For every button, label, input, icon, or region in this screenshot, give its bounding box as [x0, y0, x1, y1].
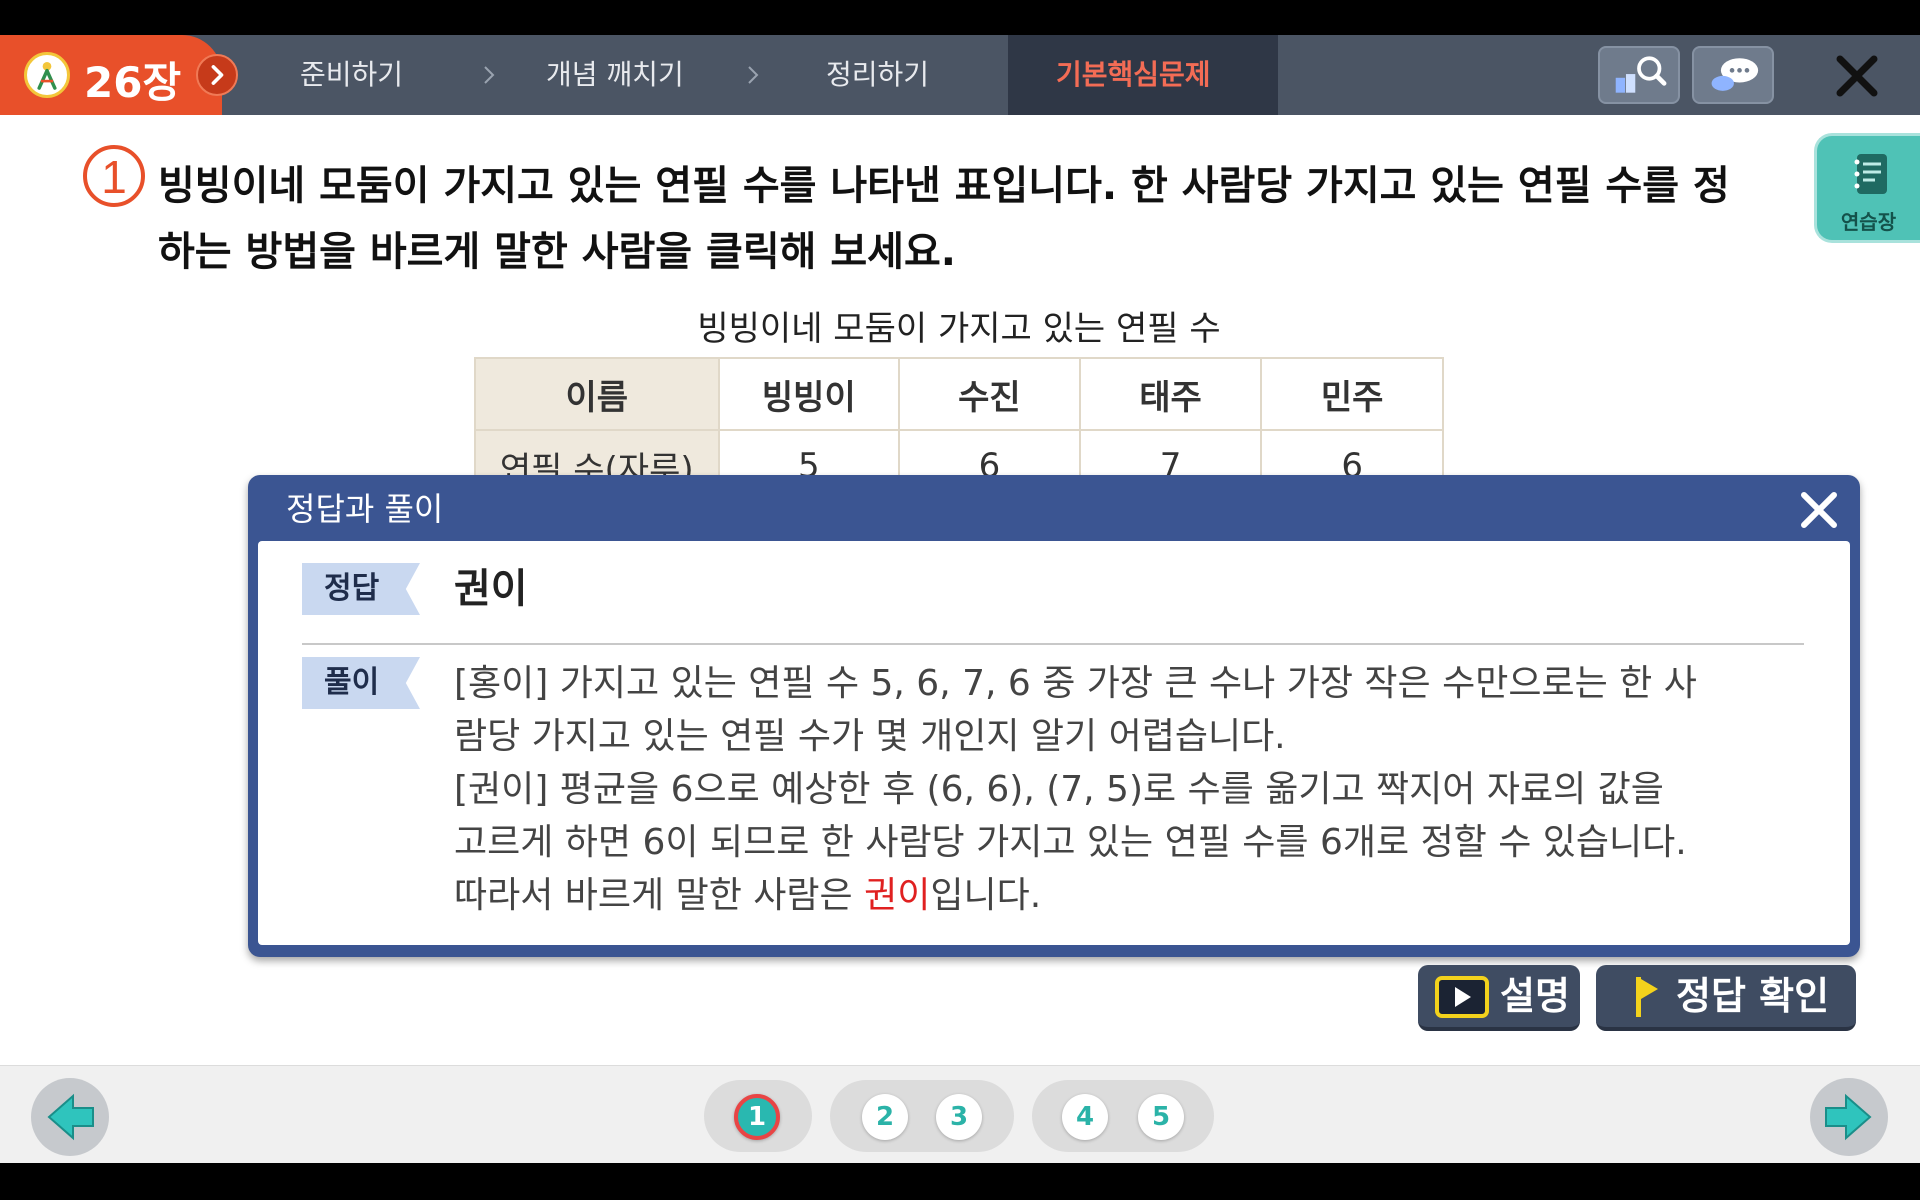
arrow-right-icon — [1825, 1093, 1872, 1141]
close-icon[interactable] — [1832, 51, 1882, 101]
table-header-row: 이름 빙빙이 수진 태주 민주 — [474, 357, 1444, 431]
table-header-cell: 빙빙이 — [717, 357, 901, 431]
play-icon — [1435, 976, 1489, 1018]
explain-button-label: 설명 — [1500, 974, 1570, 1018]
table-header-cell: 민주 — [1260, 357, 1444, 431]
table-title: 빙빙이네 모둠이 가지고 있는 연필 수 — [697, 309, 1221, 349]
divider — [302, 643, 1804, 645]
search-book-button[interactable] — [1598, 46, 1680, 104]
page-button-2[interactable]: 2 — [862, 1094, 908, 1140]
explanation-text: [홍이] 가지고 있는 연필 수 5, 6, 7, 6 중 가장 큰 수나 가장… — [454, 657, 1814, 922]
previous-button[interactable] — [31, 1078, 109, 1156]
explain-video-button[interactable]: 설명 — [1418, 965, 1580, 1031]
popup-body: 정답 권이 풀이 [홍이] 가지고 있는 연필 수 5, 6, 7, 6 중 가… — [258, 541, 1850, 945]
nav-step-summary[interactable]: 정리하기 — [826, 35, 929, 115]
explanation-line: [권이] 평균을 6으로 예상한 후 (6, 6), (7, 5)로 수를 옮기… — [454, 769, 1664, 810]
page-button-5[interactable]: 5 — [1138, 1094, 1184, 1140]
explanation-line: 고르게 하면 6이 되므로 한 사람당 가지고 있는 연필 수를 6개로 정할 … — [454, 822, 1687, 863]
nav-step-prepare[interactable]: 준비하기 — [300, 35, 403, 115]
explanation-suffix: 입니다. — [930, 875, 1042, 916]
close-icon[interactable] — [1796, 487, 1842, 533]
popup-title: 정답과 풀이 — [286, 490, 444, 528]
highlighted-answer: 권이 — [864, 875, 931, 916]
answer-explanation-popup: 정답과 풀이 정답 권이 풀이 [홍이] 가지고 있는 연필 수 5, 6, 7… — [248, 475, 1860, 957]
table-header-cell: 수진 — [898, 357, 1081, 431]
chat-bubble-icon — [1711, 58, 1759, 91]
check-answer-button[interactable]: 정답 확인 — [1596, 965, 1856, 1031]
nav-step-concept[interactable]: 개념 깨치기 — [546, 35, 684, 115]
explanation-prefix: 따라서 바르게 말한 사람은 — [454, 875, 865, 916]
nav-step-core-problems[interactable]: 기본핵심문제 — [1056, 35, 1211, 115]
question-text: 빙빙이네 모둠이 가지고 있는 연필 수를 나타낸 표입니다. 한 사람당 가지… — [158, 163, 1730, 275]
system-nav-bar — [0, 1163, 1920, 1200]
top-navigation: 26장 준비하기 개념 깨치기 정리하기 기본핵심문제 — [0, 35, 1920, 115]
page-button-3[interactable]: 3 — [936, 1094, 982, 1140]
arrow-left-icon — [47, 1093, 94, 1141]
page-group-1: 1 — [704, 1080, 812, 1152]
notebook-icon — [1854, 154, 1887, 194]
question-number-icon: 1 — [83, 145, 145, 207]
page-group-2: 2 3 — [830, 1080, 1014, 1152]
svg-text:1: 1 — [101, 151, 127, 203]
explanation-line: 따라서 바르게 말한 사람은 권이입니다. — [454, 869, 1814, 922]
explanation-line: [홍이] 가지고 있는 연필 수 5, 6, 7, 6 중 가장 큰 수나 가장… — [454, 663, 1697, 704]
practice-notebook-label: 연습장 — [1840, 210, 1897, 234]
answer-tag: 정답 — [302, 563, 420, 615]
check-answer-label: 정답 확인 — [1676, 974, 1830, 1018]
table-header-cell: 태주 — [1078, 357, 1263, 431]
chapter-label: 26장 — [84, 58, 182, 107]
next-button[interactable] — [1810, 1078, 1888, 1156]
search-icon — [1615, 56, 1667, 93]
status-bar — [0, 0, 1920, 35]
chat-button[interactable] — [1692, 46, 1774, 104]
page-group-3: 4 5 — [1032, 1080, 1214, 1152]
chevron-right-icon[interactable] — [196, 54, 238, 96]
chapter-badge[interactable]: 26장 — [0, 35, 222, 115]
page-button-4[interactable]: 4 — [1062, 1094, 1108, 1140]
flag-icon — [1636, 977, 1658, 1017]
explanation-line: 람당 가지고 있는 연필 수가 몇 개인지 알기 어렵습니다. — [454, 716, 1286, 757]
practice-notebook-button[interactable]: 연습장 — [1814, 133, 1920, 243]
chevron-right-icon — [748, 66, 759, 84]
chevron-right-icon — [484, 66, 495, 84]
compass-icon — [24, 52, 70, 98]
table-header-cell: 이름 — [474, 357, 720, 431]
page-button-1[interactable]: 1 — [734, 1094, 780, 1140]
main-content: 1 빙빙이네 모둠이 가지고 있는 연필 수를 나타낸 표입니다. 한 사람당 … — [0, 115, 1920, 1065]
answer-text: 권이 — [454, 566, 528, 612]
bottom-navigation: 1 2 3 4 5 — [0, 1065, 1920, 1163]
explanation-tag: 풀이 — [302, 657, 420, 709]
